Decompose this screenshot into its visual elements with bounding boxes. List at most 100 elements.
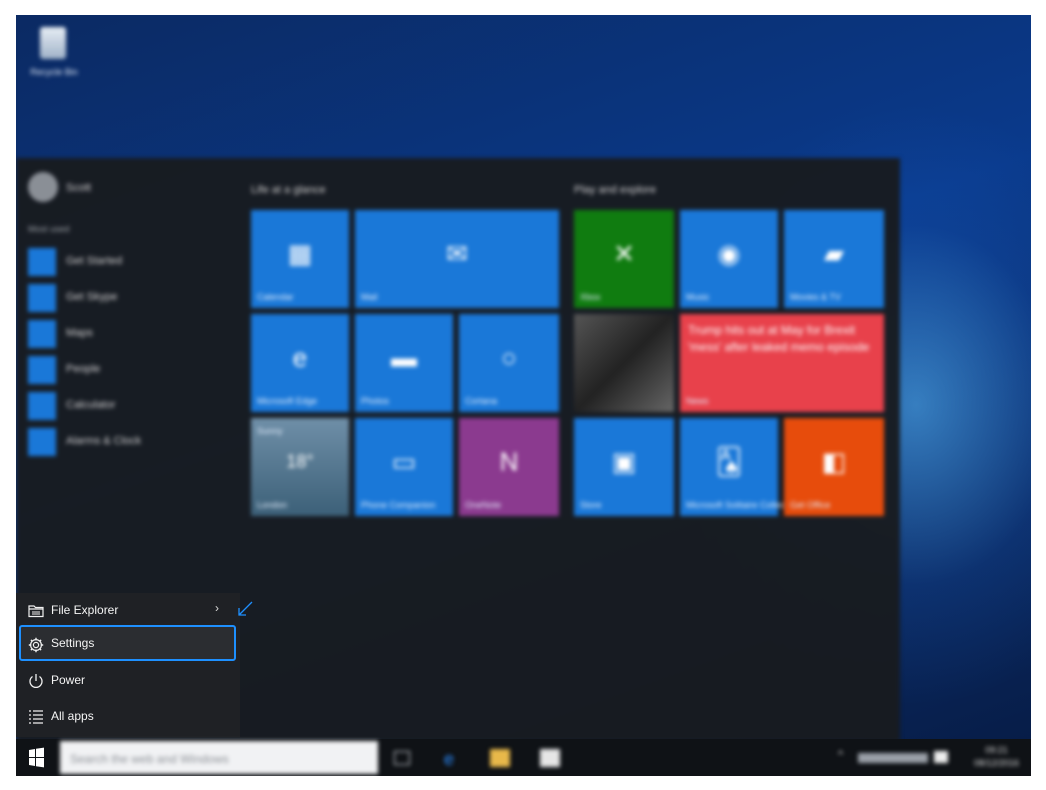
most-used-label: Get Skype xyxy=(66,291,118,303)
people-icon xyxy=(28,356,56,384)
news-headline: Trump hits out at May for Brexit 'mess' … xyxy=(688,323,870,354)
task-view-icon[interactable] xyxy=(394,751,410,765)
most-used-label: Get Started xyxy=(66,255,123,267)
xbox-icon: ✕ xyxy=(613,238,635,269)
settings-label: Settings xyxy=(51,636,95,650)
edge-taskbar-icon[interactable]: e xyxy=(444,749,464,769)
most-used-item[interactable]: People xyxy=(28,354,218,384)
most-used-item[interactable]: Maps xyxy=(28,318,218,348)
tile-label: Microsoft Edge xyxy=(257,396,318,406)
store-icon: ▣ xyxy=(611,446,637,477)
most-used-item[interactable]: Alarms & Clock xyxy=(28,426,218,456)
tile-label: Calendar xyxy=(257,292,294,302)
onenote-icon: N xyxy=(499,446,519,477)
group-header-life: Life at a glance xyxy=(251,184,326,196)
most-used-item[interactable]: Get Started xyxy=(28,246,218,276)
maps-icon xyxy=(28,320,56,348)
xbox-tile[interactable]: ✕ Xbox xyxy=(574,210,674,308)
date-label: 08/12/2016 xyxy=(973,758,1019,768)
search-input[interactable]: Search the web and Windows xyxy=(60,741,378,774)
file-explorer-item[interactable]: File Explorer › xyxy=(19,593,236,627)
phone-icon: ▭ xyxy=(391,446,417,477)
power-label: Power xyxy=(51,673,86,687)
calculator-icon xyxy=(28,392,56,420)
most-used-item[interactable]: Get Skype xyxy=(28,282,218,312)
movies-tile[interactable]: ▰ Movies & TV xyxy=(784,210,884,308)
office-icon: ◧ xyxy=(821,446,847,477)
edge-tile[interactable]: e Microsoft Edge xyxy=(251,314,349,412)
taskbar: Search the web and Windows e ^ 09:21 08/… xyxy=(16,739,1031,776)
chevron-up-icon[interactable]: ^ xyxy=(838,749,858,767)
news-image-tile[interactable] xyxy=(574,314,674,412)
tile-label: Photos xyxy=(361,396,390,406)
store-taskbar-icon[interactable] xyxy=(540,749,560,767)
movies-icon: ▰ xyxy=(824,238,844,269)
clock[interactable]: 09:21 08/12/2016 xyxy=(974,744,1019,770)
most-used-label: Calculator xyxy=(66,399,116,411)
system-tray-icons[interactable] xyxy=(858,753,928,763)
phone-companion-tile[interactable]: ▭ Phone Companion xyxy=(355,418,453,516)
pointer-arrow-icon xyxy=(238,601,253,616)
settings-item[interactable]: Settings xyxy=(19,625,236,661)
cortana-icon: ○ xyxy=(501,342,517,373)
group-header-play: Play and explore xyxy=(574,184,656,196)
weather-tile[interactable]: Sunny 18° London xyxy=(251,418,349,516)
weather-condition: Sunny xyxy=(257,426,283,436)
tile-label: London xyxy=(257,500,288,510)
cortana-tile[interactable]: ○ Cortana xyxy=(459,314,559,412)
notification-icon[interactable] xyxy=(934,751,948,763)
tile-label: Movies & TV xyxy=(790,292,841,302)
tile-label: Cortana xyxy=(465,396,498,406)
tile-label: Microsoft Solitaire Collection xyxy=(686,500,800,510)
tile-label: Xbox xyxy=(580,292,601,302)
photos-icon: ▬ xyxy=(391,342,417,373)
alarms-icon xyxy=(28,428,56,456)
tile-label: News xyxy=(686,396,709,406)
onenote-tile[interactable]: N OneNote xyxy=(459,418,559,516)
file-explorer-label: File Explorer xyxy=(51,603,119,617)
get-started-icon xyxy=(28,248,56,276)
mail-tile[interactable]: ✉ Mail xyxy=(355,210,559,308)
news-tile[interactable]: Trump hits out at May for Brexit 'mess' … xyxy=(680,314,884,412)
skype-icon xyxy=(28,284,56,312)
music-icon: ◉ xyxy=(717,238,741,269)
calendar-tile[interactable]: ▦ Calendar xyxy=(251,210,349,308)
edge-icon: e xyxy=(292,342,308,373)
chevron-right-icon[interactable]: › xyxy=(215,601,219,615)
tile-label: Phone Companion xyxy=(361,500,436,510)
desktop: Recycle Bin Scott Most used Get Started … xyxy=(16,15,1031,776)
all-apps-label: All apps xyxy=(51,709,94,723)
office-tile[interactable]: ◧ Get Office xyxy=(784,418,884,516)
all-apps-item[interactable]: All apps xyxy=(19,699,236,733)
tile-label: Mail xyxy=(361,292,378,302)
avatar[interactable] xyxy=(28,172,58,202)
most-used-label: Alarms & Clock xyxy=(66,435,142,447)
file-explorer-taskbar-icon[interactable] xyxy=(490,749,510,767)
solitaire-tile[interactable]: 🂡 Microsoft Solitaire Collection xyxy=(680,418,800,516)
mail-icon: ✉ xyxy=(446,238,468,269)
time-label: 09:21 xyxy=(985,745,1008,755)
tile-label: Get Office xyxy=(790,500,831,510)
recycle-bin-label: Recycle Bin xyxy=(30,67,78,77)
tile-label: OneNote xyxy=(465,500,502,510)
store-tile[interactable]: ▣ Store xyxy=(574,418,674,516)
most-used-heading: Most used xyxy=(28,224,70,234)
weather-temp: 18° xyxy=(286,451,314,472)
power-item[interactable]: Power xyxy=(19,663,236,697)
tile-label: Music xyxy=(686,292,710,302)
music-tile[interactable]: ◉ Music xyxy=(680,210,778,308)
most-used-item[interactable]: Calculator xyxy=(28,390,218,420)
calendar-icon: ▦ xyxy=(287,238,313,269)
most-used-label: People xyxy=(66,363,101,375)
photos-tile[interactable]: ▬ Photos xyxy=(355,314,453,412)
tile-label: Store xyxy=(580,500,602,510)
windows-logo-icon xyxy=(29,747,44,768)
recycle-bin-icon[interactable]: Recycle Bin xyxy=(26,23,82,85)
power-icon xyxy=(29,674,43,688)
cards-icon: 🂡 xyxy=(715,446,743,477)
start-button[interactable] xyxy=(16,739,56,776)
bin-icon xyxy=(40,27,66,59)
user-name[interactable]: Scott xyxy=(66,182,91,194)
search-placeholder: Search the web and Windows xyxy=(70,752,229,766)
folder-icon xyxy=(28,605,44,618)
